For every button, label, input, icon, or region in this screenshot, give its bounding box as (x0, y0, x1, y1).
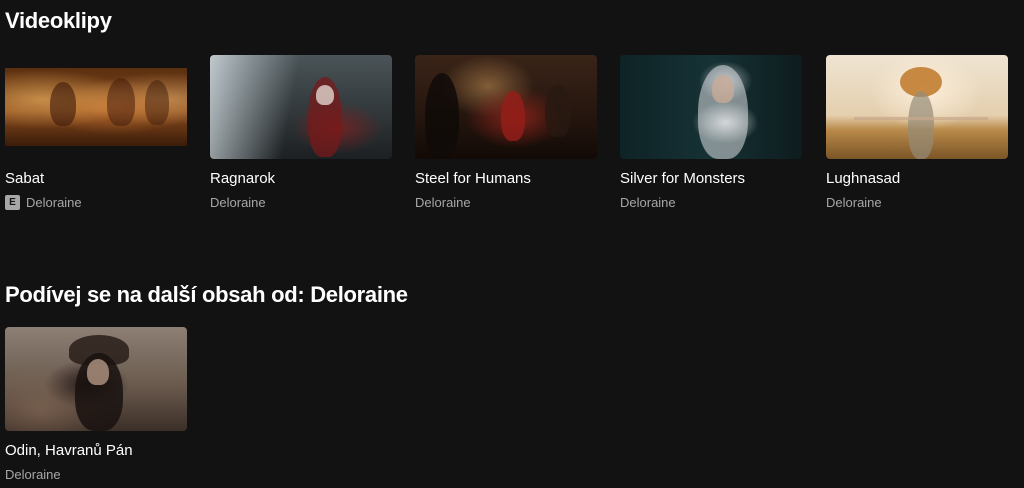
video-thumbnail-image (5, 327, 187, 431)
video-title[interactable]: Odin, Havranů Pán (5, 442, 187, 459)
video-thumbnail[interactable] (5, 55, 187, 159)
video-artist-row: Deloraine (826, 195, 1008, 210)
video-thumbnail[interactable] (826, 55, 1008, 159)
video-title[interactable]: Steel for Humans (415, 170, 597, 187)
video-card-lughnasad[interactable]: Lughnasad Deloraine (826, 55, 1008, 210)
video-thumbnail[interactable] (415, 55, 597, 159)
video-thumbnail-image (826, 55, 1008, 159)
video-thumbnail[interactable] (210, 55, 392, 159)
video-thumbnail[interactable] (5, 327, 187, 431)
section-title-videoklipy: Videoklipy (5, 8, 112, 33)
video-title[interactable]: Silver for Monsters (620, 170, 802, 187)
video-artist-link[interactable]: Deloraine (210, 195, 266, 210)
video-thumbnail[interactable] (620, 55, 802, 159)
video-artist-link[interactable]: Deloraine (620, 195, 676, 210)
explicit-badge: E (5, 195, 20, 210)
video-thumbnail-image (620, 55, 802, 159)
video-card-ragnarok[interactable]: Ragnarok Deloraine (210, 55, 392, 210)
video-artist-row: Deloraine (210, 195, 392, 210)
video-title[interactable]: Sabat (5, 170, 187, 187)
video-thumbnail-image (415, 55, 597, 159)
video-thumbnail-image (5, 68, 187, 146)
video-artist-row: Deloraine (5, 467, 187, 482)
video-artist-link[interactable]: Deloraine (415, 195, 471, 210)
video-card-steel-for-humans[interactable]: Steel for Humans Deloraine (415, 55, 597, 210)
video-artist-row: Deloraine (620, 195, 802, 210)
video-title[interactable]: Ragnarok (210, 170, 392, 187)
video-artist-link[interactable]: Deloraine (26, 195, 82, 210)
video-artist-row: E Deloraine (5, 195, 187, 210)
video-thumbnail-image (210, 55, 392, 159)
music-video-page: Videoklipy Sabat E Deloraine Ragnarok De… (0, 0, 1024, 488)
video-card-silver-for-monsters[interactable]: Silver for Monsters Deloraine (620, 55, 802, 210)
video-artist-row: Deloraine (415, 195, 597, 210)
video-card-sabat[interactable]: Sabat E Deloraine (5, 55, 187, 210)
video-card-odin-havranu-pan[interactable]: Odin, Havranů Pán Deloraine (5, 327, 187, 482)
video-artist-link[interactable]: Deloraine (5, 467, 61, 482)
video-artist-link[interactable]: Deloraine (826, 195, 882, 210)
section-title-more-from-artist: Podívej se na další obsah od: Deloraine (5, 282, 408, 307)
video-title[interactable]: Lughnasad (826, 170, 1008, 187)
